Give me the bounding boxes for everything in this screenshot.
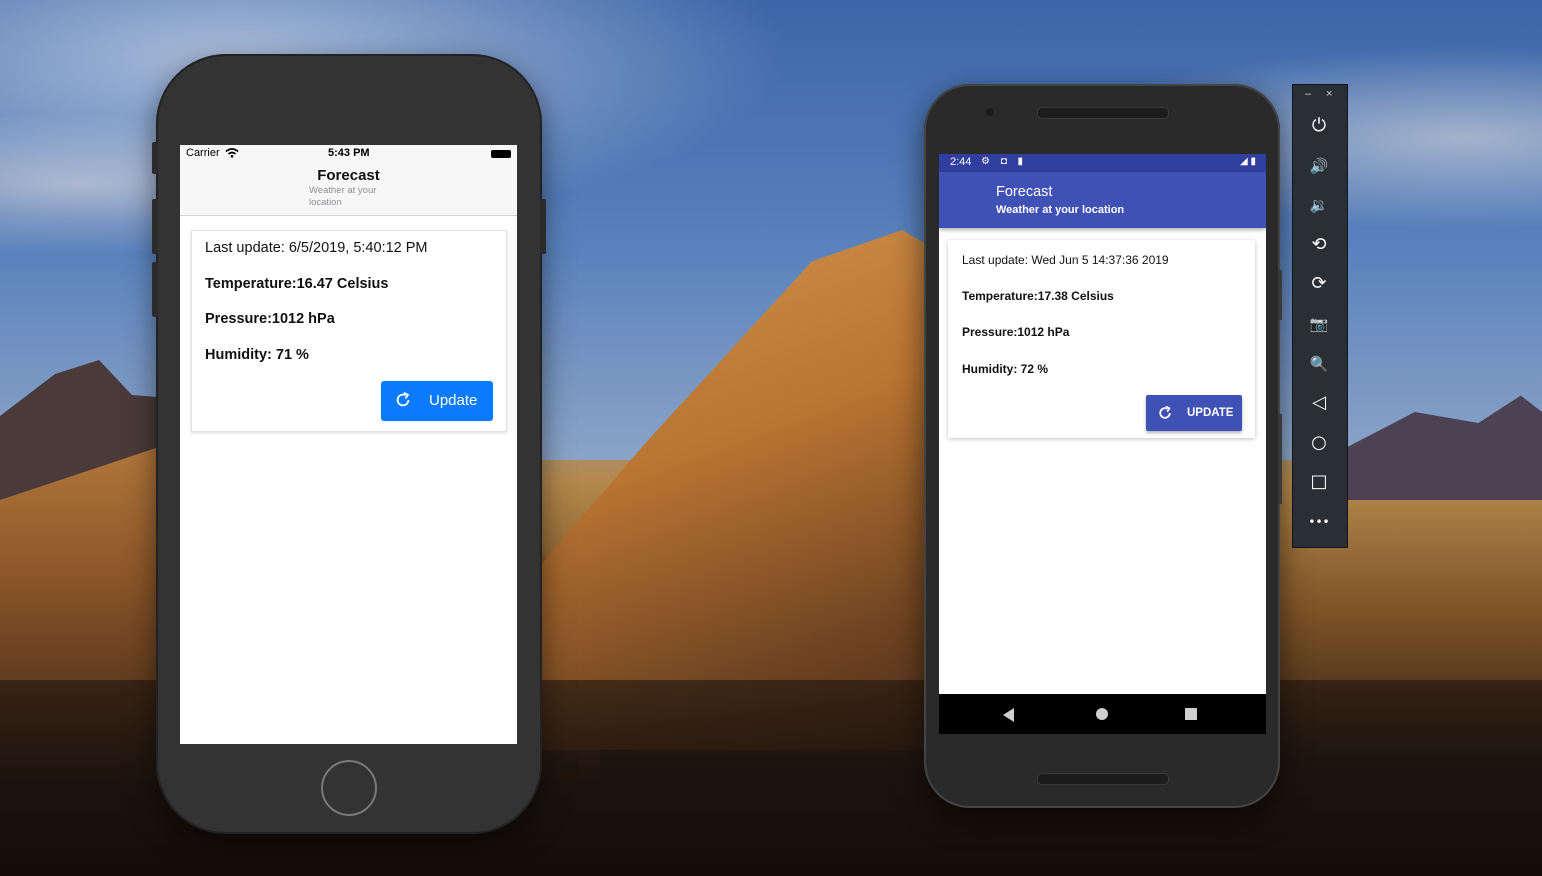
rotate-right-icon[interactable]: ⟳ [1306,271,1332,297]
close-button[interactable]: × [1326,88,1332,100]
more-icon[interactable]: ••• [1306,509,1332,535]
android-navigation-bar [939,694,1266,734]
back-icon[interactable]: ◁ [1306,390,1332,416]
ios-mute-switch[interactable] [152,142,158,174]
wifi-icon [225,148,239,158]
ios-home-button[interactable] [321,760,377,816]
android-notification-icons: ⚙ ◘ ▮ [981,156,1028,167]
android-emulator-device: 2:44 ⚙ ◘ ▮ ◢ ▮ Forecast Weather at your … [924,84,1282,808]
update-button[interactable]: UPDATE [1146,395,1242,431]
ios-navigation-bar: Forecast Weather at your location [180,163,517,216]
ios-screen: Carrier 5:43 PM Forecast Weather at your… [180,145,517,744]
pressure-label: Pressure:1012 hPa [962,325,1070,339]
volume-up-icon[interactable]: 🔊 [1306,153,1332,179]
page-title: Forecast [996,184,1053,200]
last-update-label: Last update: 6/5/2019, 5:40:12 PM [205,240,428,256]
update-button-label: Update [429,392,478,409]
ios-simulator-device: Carrier 5:43 PM Forecast Weather at your… [152,54,546,834]
minimize-button[interactable]: – [1305,88,1311,100]
battery-icon [491,150,511,158]
android-bottom-speaker [1037,773,1169,785]
page-subtitle: Weather at your location [309,185,377,208]
android-top-speaker [1037,107,1169,119]
ios-volume-up-button[interactable] [152,199,158,254]
page-subtitle: Weather at your location [996,204,1125,216]
emulator-toolbar: – × ⏻ 🔊 🔉 ⟲ ⟳ 📷 🔍 ◁ ○ □ ••• [1292,84,1348,548]
forecast-card: Last update: 6/5/2019, 5:40:12 PM Temper… [191,230,507,432]
android-screen: 2:44 ⚙ ◘ ▮ ◢ ▮ Forecast Weather at your … [939,154,1266,734]
ios-status-bar: Carrier 5:43 PM [180,145,517,163]
overview-icon[interactable]: □ [1306,469,1332,495]
android-front-camera [986,108,994,116]
nav-home-icon[interactable] [1096,708,1108,720]
ios-clock: 5:43 PM [328,147,370,159]
page-title: Forecast [317,167,380,184]
humidity-label: Humidity: 71 % [205,347,309,363]
android-power-button[interactable] [1278,270,1282,320]
camera-icon[interactable]: 📷 [1306,311,1332,337]
android-app-bar: Forecast Weather at your location [939,172,1266,228]
nav-recents-icon[interactable] [1185,708,1197,720]
refresh-icon [396,391,410,407]
power-icon[interactable]: ⏻ [1306,113,1332,139]
android-status-bar: 2:44 ⚙ ◘ ▮ ◢ ▮ [939,154,1266,172]
android-clock: 2:44 [950,156,972,168]
forecast-card: Last update: Wed Jun 5 14:37:36 2019 Tem… [948,240,1255,438]
humidity-label: Humidity: 72 % [962,362,1049,376]
zoom-icon[interactable]: 🔍 [1306,351,1332,377]
nav-back-icon[interactable] [1003,708,1014,722]
update-button-label: UPDATE [1187,407,1234,419]
update-button[interactable]: Update [381,381,493,421]
home-icon[interactable]: ○ [1306,430,1332,456]
volume-down-icon[interactable]: 🔉 [1306,192,1332,218]
refresh-icon [1159,405,1171,419]
rotate-left-icon[interactable]: ⟲ [1306,232,1332,258]
ios-volume-down-button[interactable] [152,262,158,317]
ios-power-button[interactable] [540,199,546,254]
emulator-toolbar-header: – × [1293,85,1347,107]
pressure-label: Pressure:1012 hPa [205,311,335,327]
carrier-label: Carrier [186,147,220,159]
temperature-label: Temperature:16.47 Celsius [205,276,389,292]
temperature-label: Temperature:17.38 Celsius [962,289,1114,303]
signal-battery-icon: ◢ ▮ [1240,156,1256,167]
last-update-label: Last update: Wed Jun 5 14:37:36 2019 [962,253,1169,267]
android-volume-rocker[interactable] [1278,414,1282,504]
